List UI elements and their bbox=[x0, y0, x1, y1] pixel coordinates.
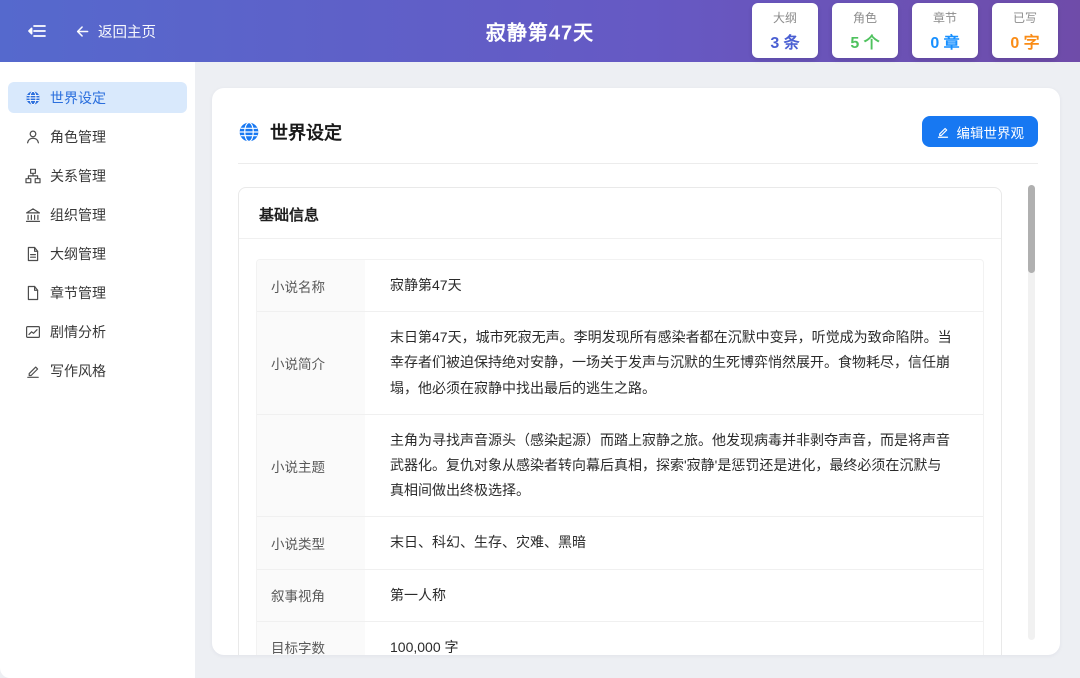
row-label: 目标字数 bbox=[257, 622, 365, 655]
stat-value: 5 个 bbox=[850, 29, 879, 53]
world-settings-panel: 世界设定 编辑世界观 基础信息 bbox=[212, 88, 1060, 655]
edit-pencil-icon bbox=[936, 125, 950, 139]
section-title: 世界设定 bbox=[270, 119, 342, 145]
stat-card-outline: 大纲 3 条 bbox=[752, 3, 818, 58]
pen-icon bbox=[25, 363, 41, 379]
sidebar: 世界设定 角色管理 关系管理 bbox=[0, 62, 195, 678]
basic-info-card: 基础信息 小说名称 寂静第47天 小说简介 末日第47天，城市死寂无声。李明发现… bbox=[238, 187, 1002, 655]
sidebar-item-chapter-management[interactable]: 章节管理 bbox=[8, 277, 187, 308]
table-row-novel-theme: 小说主题 主角为寻找声音源头（感染起源）而踏上寂静之旅。他发现病毒并非剥夺声音，… bbox=[257, 415, 983, 518]
sidebar-item-label: 世界设定 bbox=[50, 88, 106, 108]
sidebar-item-label: 章节管理 bbox=[50, 283, 106, 303]
sidebar-item-label: 组织管理 bbox=[50, 205, 106, 225]
row-label: 叙事视角 bbox=[257, 570, 365, 621]
row-value: 寂静第47天 bbox=[365, 260, 983, 311]
table-row-novel-synopsis: 小说简介 末日第47天，城市死寂无声。李明发现所有感染者都在沉默中变异，听觉成为… bbox=[257, 312, 983, 415]
row-value: 主角为寻找声音源头（感染起源）而踏上寂静之旅。他发现病毒并非剥夺声音，而是将声音… bbox=[365, 415, 983, 517]
table-row-narrative-perspective: 叙事视角 第一人称 bbox=[257, 570, 983, 622]
scrollbar[interactable] bbox=[1028, 185, 1035, 640]
bank-icon bbox=[25, 207, 41, 223]
sidebar-item-label: 大纲管理 bbox=[50, 244, 106, 264]
panel-header: 世界设定 编辑世界观 bbox=[238, 116, 1038, 164]
relationship-graph-icon bbox=[25, 168, 41, 184]
basic-info-title: 基础信息 bbox=[239, 188, 1001, 239]
sidebar-item-outline-management[interactable]: 大纲管理 bbox=[8, 238, 187, 269]
stat-card-written: 已写 0 字 bbox=[992, 3, 1058, 58]
table-row-target-word-count: 目标字数 100,000 字 bbox=[257, 622, 983, 655]
sidebar-item-relationship-management[interactable]: 关系管理 bbox=[8, 160, 187, 191]
stat-label: 已写 bbox=[1013, 9, 1037, 26]
stat-label: 大纲 bbox=[773, 9, 797, 26]
sidebar-item-character-management[interactable]: 角色管理 bbox=[8, 121, 187, 152]
globe-icon bbox=[25, 90, 41, 106]
row-value: 末日第47天，城市死寂无声。李明发现所有感染者都在沉默中变异，听觉成为致命陷阱。… bbox=[365, 312, 983, 414]
sidebar-item-label: 写作风格 bbox=[50, 361, 106, 381]
main-content: 世界设定 编辑世界观 基础信息 bbox=[195, 62, 1080, 678]
scrollbar-thumb[interactable] bbox=[1028, 185, 1035, 273]
row-label: 小说简介 bbox=[257, 312, 365, 414]
stat-value: 0 字 bbox=[1010, 29, 1039, 53]
back-home-label: 返回主页 bbox=[98, 21, 156, 42]
row-label: 小说主题 bbox=[257, 415, 365, 517]
stat-label: 角色 bbox=[853, 9, 877, 26]
menu-fold-icon bbox=[28, 21, 48, 41]
table-row-novel-name: 小说名称 寂静第47天 bbox=[257, 260, 983, 312]
file-icon bbox=[25, 285, 41, 301]
globe-icon bbox=[238, 121, 260, 143]
sidebar-item-label: 剧情分析 bbox=[50, 322, 106, 342]
basic-info-table: 小说名称 寂静第47天 小说简介 末日第47天，城市死寂无声。李明发现所有感染者… bbox=[256, 259, 984, 655]
file-text-icon bbox=[25, 246, 41, 262]
row-value: 第一人称 bbox=[365, 570, 983, 621]
stat-card-chapters: 章节 0 章 bbox=[912, 3, 978, 58]
row-value: 末日、科幻、生存、灾难、黑暗 bbox=[365, 517, 983, 568]
top-bar: 返回主页 寂静第47天 大纲 3 条 角色 5 个 章节 0 章 已写 0 字 bbox=[0, 0, 1080, 62]
edit-worldview-label: 编辑世界观 bbox=[957, 122, 1025, 142]
back-home-button[interactable]: 返回主页 bbox=[74, 21, 156, 42]
sidebar-item-plot-analysis[interactable]: 剧情分析 bbox=[8, 316, 187, 347]
sidebar-item-label: 关系管理 bbox=[50, 166, 106, 186]
table-row-novel-genre: 小说类型 末日、科幻、生存、灾难、黑暗 bbox=[257, 517, 983, 569]
sidebar-item-world-settings[interactable]: 世界设定 bbox=[8, 82, 187, 113]
stat-card-characters: 角色 5 个 bbox=[832, 3, 898, 58]
page-title: 寂静第47天 bbox=[486, 17, 594, 46]
stat-label: 章节 bbox=[933, 9, 957, 26]
row-label: 小说名称 bbox=[257, 260, 365, 311]
chart-icon bbox=[25, 324, 41, 340]
stats-cards: 大纲 3 条 角色 5 个 章节 0 章 已写 0 字 bbox=[752, 3, 1058, 58]
stat-value: 0 章 bbox=[930, 29, 959, 53]
app-window: 返回主页 寂静第47天 大纲 3 条 角色 5 个 章节 0 章 已写 0 字 bbox=[0, 0, 1080, 678]
sidebar-collapse-button[interactable] bbox=[24, 17, 52, 45]
row-label: 小说类型 bbox=[257, 517, 365, 568]
user-icon bbox=[25, 129, 41, 145]
edit-worldview-button[interactable]: 编辑世界观 bbox=[922, 116, 1039, 147]
stat-value: 3 条 bbox=[770, 29, 799, 53]
arrow-left-icon bbox=[74, 23, 91, 40]
sidebar-item-writing-style[interactable]: 写作风格 bbox=[8, 355, 187, 386]
row-value: 100,000 字 bbox=[365, 622, 983, 655]
sidebar-item-organization-management[interactable]: 组织管理 bbox=[8, 199, 187, 230]
sidebar-item-label: 角色管理 bbox=[50, 127, 106, 147]
